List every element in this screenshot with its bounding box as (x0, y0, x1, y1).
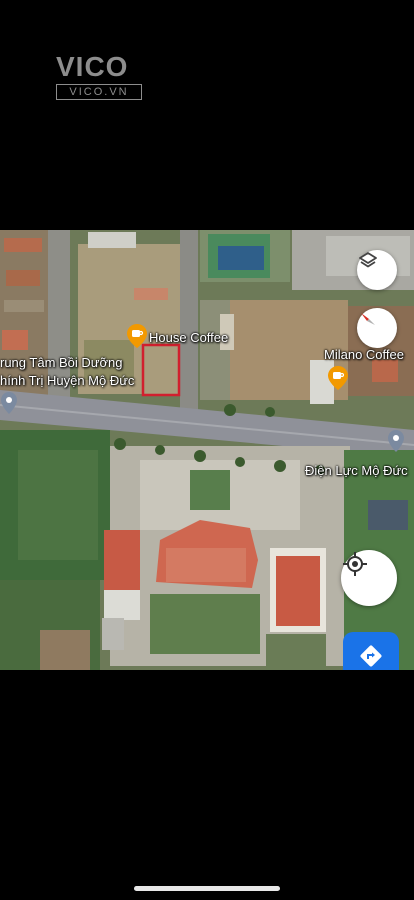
directions-icon (360, 645, 382, 667)
cafe-pin-icon[interactable] (328, 366, 348, 390)
my-location-icon (343, 552, 367, 576)
watermark-site: VICO.VN (56, 84, 142, 100)
home-indicator[interactable] (134, 886, 280, 891)
place-label-milano-coffee[interactable]: Milano Coffee (324, 347, 404, 363)
layers-icon (359, 252, 377, 268)
cafe-pin-icon[interactable] (127, 324, 147, 348)
compass-icon (361, 313, 375, 325)
place-label-training-center-line2[interactable]: hính Trị Huyện Mộ Đức (0, 373, 134, 389)
watermark-logo: VICO (56, 51, 129, 82)
satellite-map[interactable]: House Coffee Milano Coffee rung Tâm Bồi … (0, 230, 414, 670)
place-label-training-center-line1[interactable]: rung Tâm Bồi Dưỡng (0, 355, 122, 371)
layers-button[interactable] (357, 250, 397, 290)
vico-watermark: VICO VICO.VN (56, 52, 144, 102)
place-pin-icon[interactable] (1, 392, 17, 414)
my-location-button[interactable] (341, 550, 397, 606)
satellite-imagery (0, 230, 414, 670)
directions-button[interactable] (343, 632, 399, 670)
place-pin-icon[interactable] (388, 430, 404, 452)
place-label-house-coffee[interactable]: House Coffee (149, 330, 228, 346)
place-label-dien-luc[interactable]: Điện Lực Mộ Đức (305, 463, 408, 479)
compass-button[interactable] (357, 308, 397, 348)
